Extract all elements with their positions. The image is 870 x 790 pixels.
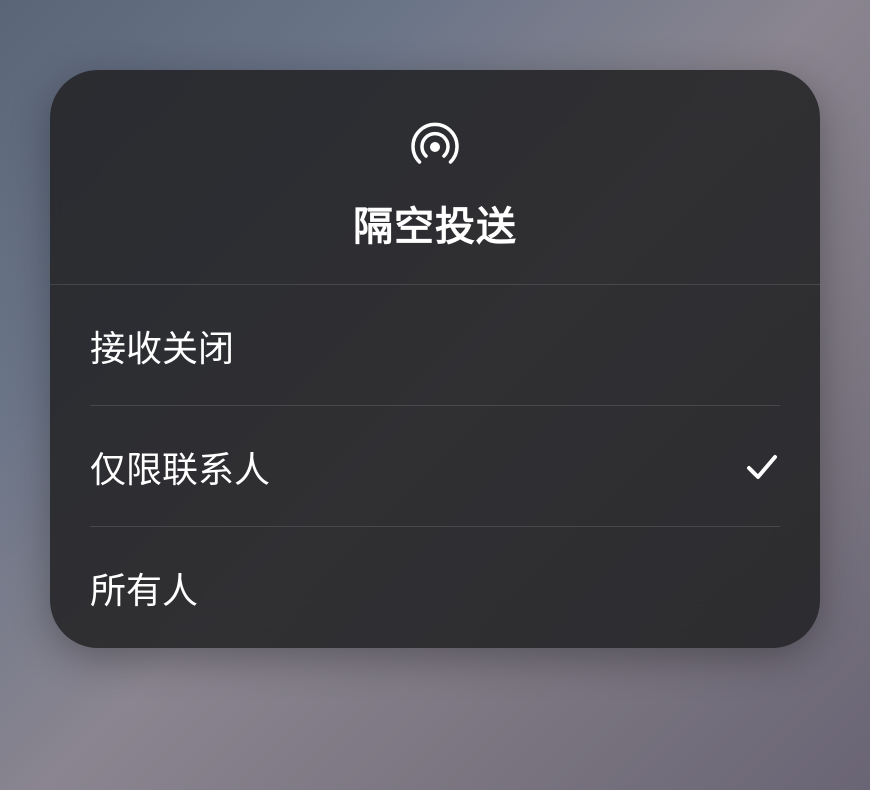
- checkmark-icon: [744, 449, 780, 485]
- option-label: 所有人: [90, 562, 198, 614]
- modal-header: 隔空投送: [50, 70, 820, 285]
- airdrop-settings-modal: 隔空投送 接收关闭 仅限联系人 所有人: [50, 70, 820, 648]
- option-label: 仅限联系人: [90, 441, 270, 493]
- option-label: 接收关闭: [90, 320, 234, 372]
- option-everyone[interactable]: 所有人: [50, 527, 820, 648]
- option-receiving-off[interactable]: 接收关闭: [50, 285, 820, 406]
- airdrop-icon: [405, 112, 465, 172]
- modal-title: 隔空投送: [353, 194, 517, 252]
- options-list: 接收关闭 仅限联系人 所有人: [50, 285, 820, 648]
- option-contacts-only[interactable]: 仅限联系人: [50, 406, 820, 527]
